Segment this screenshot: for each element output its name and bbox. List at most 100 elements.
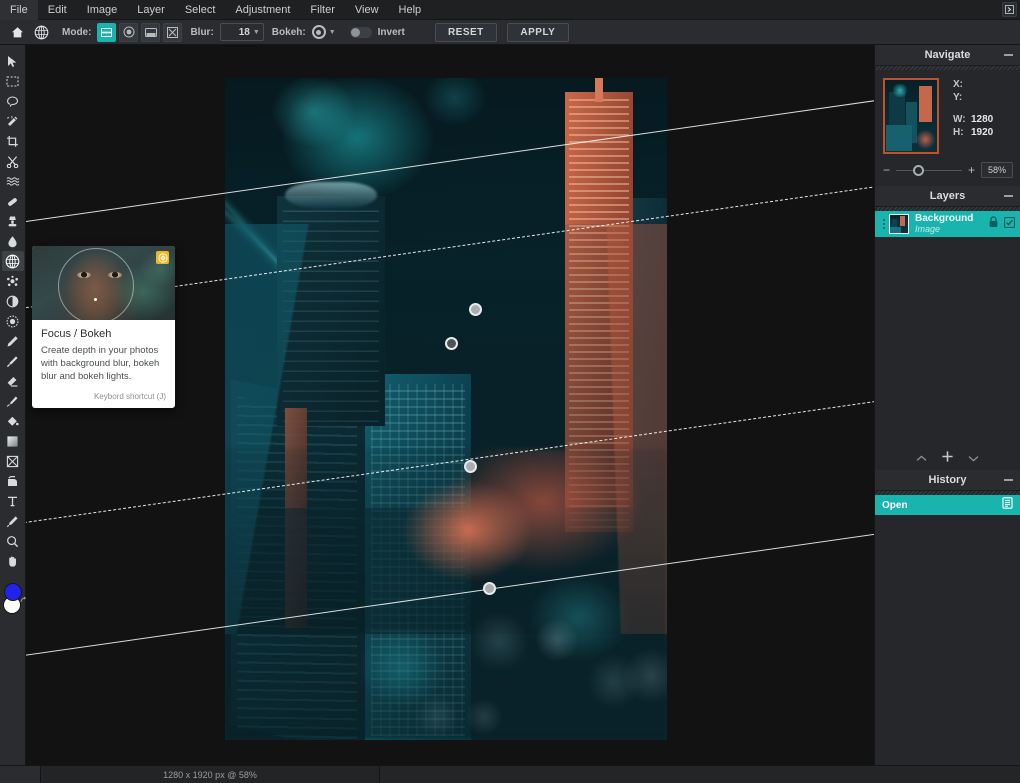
history-item-label: Open bbox=[882, 500, 908, 511]
focus-center-dot bbox=[94, 298, 97, 301]
navigator-values: X: Y: W: 1280 H: 1920 bbox=[953, 78, 993, 154]
status-bar-text: 1280 x 1920 px @ 58% bbox=[163, 770, 257, 780]
tooltip-description: Create depth in your photos with backgro… bbox=[41, 344, 166, 383]
history-panel-header[interactable]: History bbox=[875, 470, 1020, 491]
document-icon bbox=[1002, 496, 1013, 514]
rounded-shape-tool[interactable] bbox=[2, 471, 24, 491]
minimize-icon[interactable] bbox=[1004, 54, 1013, 56]
layers-panel-header[interactable]: Layers bbox=[875, 186, 1020, 207]
blur-value-text: 18 bbox=[239, 27, 250, 38]
minimize-icon[interactable] bbox=[1004, 479, 1013, 481]
crop-tool[interactable] bbox=[2, 131, 24, 151]
nav-y-row: Y: bbox=[953, 91, 993, 104]
layer-row-background[interactable]: Background Image bbox=[875, 211, 1020, 237]
pencil-tool[interactable] bbox=[2, 331, 24, 351]
menu-item-layer[interactable]: Layer bbox=[127, 0, 175, 20]
menu-item-view[interactable]: View bbox=[345, 0, 389, 20]
marquee-select-tool[interactable] bbox=[2, 71, 24, 91]
history-panel-title: History bbox=[929, 474, 967, 486]
visibility-checkbox-icon[interactable] bbox=[1004, 215, 1015, 233]
focus-ring-overlay bbox=[58, 248, 134, 320]
gradient-tool[interactable] bbox=[2, 431, 24, 451]
image-canvas[interactable] bbox=[225, 78, 667, 740]
right-panel: Navigate X: Y: bbox=[874, 45, 1020, 783]
navigate-panel-header[interactable]: Navigate bbox=[875, 45, 1020, 66]
chevron-down-icon: ▼ bbox=[253, 29, 260, 36]
add-layer-icon[interactable] bbox=[941, 450, 954, 468]
menu-bar: File Edit Image Layer Select Adjustment … bbox=[0, 0, 1020, 20]
nav-h-value: 1920 bbox=[971, 126, 993, 139]
cut-tool[interactable] bbox=[2, 151, 24, 171]
lock-icon[interactable] bbox=[988, 215, 999, 233]
layers-footer bbox=[875, 448, 1020, 470]
menu-item-edit[interactable]: Edit bbox=[38, 0, 77, 20]
zoom-value-field[interactable]: 58% bbox=[981, 162, 1013, 178]
layers-panel-body: Background Image bbox=[875, 211, 1020, 470]
focus-bokeh-icon[interactable] bbox=[30, 22, 52, 43]
nav-y-label: Y: bbox=[953, 91, 971, 104]
zoom-tool[interactable] bbox=[2, 531, 24, 551]
minus-icon[interactable]: − bbox=[882, 163, 891, 177]
reset-button[interactable]: RESET bbox=[435, 23, 497, 42]
text-tool[interactable] bbox=[2, 491, 24, 511]
menu-item-filter[interactable]: Filter bbox=[300, 0, 344, 20]
menu-item-adjustment[interactable]: Adjustment bbox=[225, 0, 300, 20]
invert-toggle[interactable] bbox=[350, 27, 372, 38]
chevron-up-icon[interactable] bbox=[915, 450, 928, 468]
history-row-open[interactable]: Open bbox=[875, 495, 1020, 515]
eye-left bbox=[77, 272, 91, 278]
heal-tool[interactable] bbox=[2, 191, 24, 211]
chevron-down-icon: ▼ bbox=[329, 29, 336, 36]
smudge-brush-tool[interactable] bbox=[2, 391, 24, 411]
horizontal-blur-mode-button[interactable] bbox=[97, 23, 116, 42]
chevron-down-icon[interactable] bbox=[967, 450, 980, 468]
focus-bokeh-tool[interactable] bbox=[2, 251, 24, 271]
paint-bucket-tool[interactable] bbox=[2, 411, 24, 431]
menu-item-file[interactable]: File bbox=[0, 0, 38, 20]
color-swatches bbox=[0, 579, 26, 621]
layer-text: Background Image bbox=[915, 213, 988, 235]
image-editor-window: File Edit Image Layer Select Adjustment … bbox=[0, 0, 1020, 783]
menu-item-select[interactable]: Select bbox=[175, 0, 226, 20]
nav-h-label: H: bbox=[953, 126, 971, 139]
navigator-thumbnail[interactable] bbox=[883, 78, 939, 154]
hand-tool[interactable] bbox=[2, 551, 24, 571]
lasso-tool[interactable] bbox=[2, 91, 24, 111]
canvas-area[interactable]: Focus / Bokeh Create depth in your photo… bbox=[26, 45, 874, 765]
home-icon[interactable] bbox=[6, 22, 28, 43]
layer-kind: Image bbox=[915, 224, 988, 235]
menu-item-image[interactable]: Image bbox=[77, 0, 128, 20]
zoom-slider-knob[interactable] bbox=[913, 165, 924, 176]
magic-wand-tool[interactable] bbox=[2, 111, 24, 131]
particles-tool[interactable] bbox=[2, 271, 24, 291]
plus-icon[interactable]: + bbox=[967, 163, 976, 177]
apply-button[interactable]: APPLY bbox=[507, 23, 569, 42]
zoom-control-row: − + 58% bbox=[875, 154, 1020, 186]
brush-tool[interactable] bbox=[2, 351, 24, 371]
eyedropper-tool[interactable] bbox=[2, 511, 24, 531]
nav-w-label: W: bbox=[953, 113, 971, 126]
contrast-tool[interactable] bbox=[2, 291, 24, 311]
move-tool[interactable] bbox=[2, 51, 24, 71]
eraser-tool[interactable] bbox=[2, 371, 24, 391]
panel-expand-icon[interactable] bbox=[1002, 2, 1017, 17]
pattern-tool[interactable] bbox=[2, 451, 24, 471]
drag-handle-icon[interactable] bbox=[880, 219, 887, 229]
nav-w-value: 1280 bbox=[971, 113, 993, 126]
bokeh-shape-picker[interactable]: ▼ bbox=[312, 25, 336, 39]
bokeh-label: Bokeh: bbox=[272, 27, 306, 38]
tilt-shift-mode-button[interactable] bbox=[141, 23, 160, 42]
layer-icons bbox=[988, 215, 1015, 233]
blur-drop-tool[interactable] bbox=[2, 231, 24, 251]
clone-stamp-tool[interactable] bbox=[2, 211, 24, 231]
blur-value-field[interactable]: 18 ▼ bbox=[220, 23, 264, 41]
status-bar-right-cell bbox=[380, 766, 1020, 783]
menu-item-help[interactable]: Help bbox=[389, 0, 432, 20]
minimize-icon[interactable] bbox=[1004, 195, 1013, 197]
vignette-tool[interactable] bbox=[2, 311, 24, 331]
none-blur-mode-button[interactable] bbox=[163, 23, 182, 42]
radial-blur-mode-button[interactable] bbox=[119, 23, 138, 42]
liquify-tool[interactable] bbox=[2, 171, 24, 191]
layers-panel-title: Layers bbox=[930, 190, 965, 202]
zoom-slider[interactable] bbox=[896, 170, 962, 171]
